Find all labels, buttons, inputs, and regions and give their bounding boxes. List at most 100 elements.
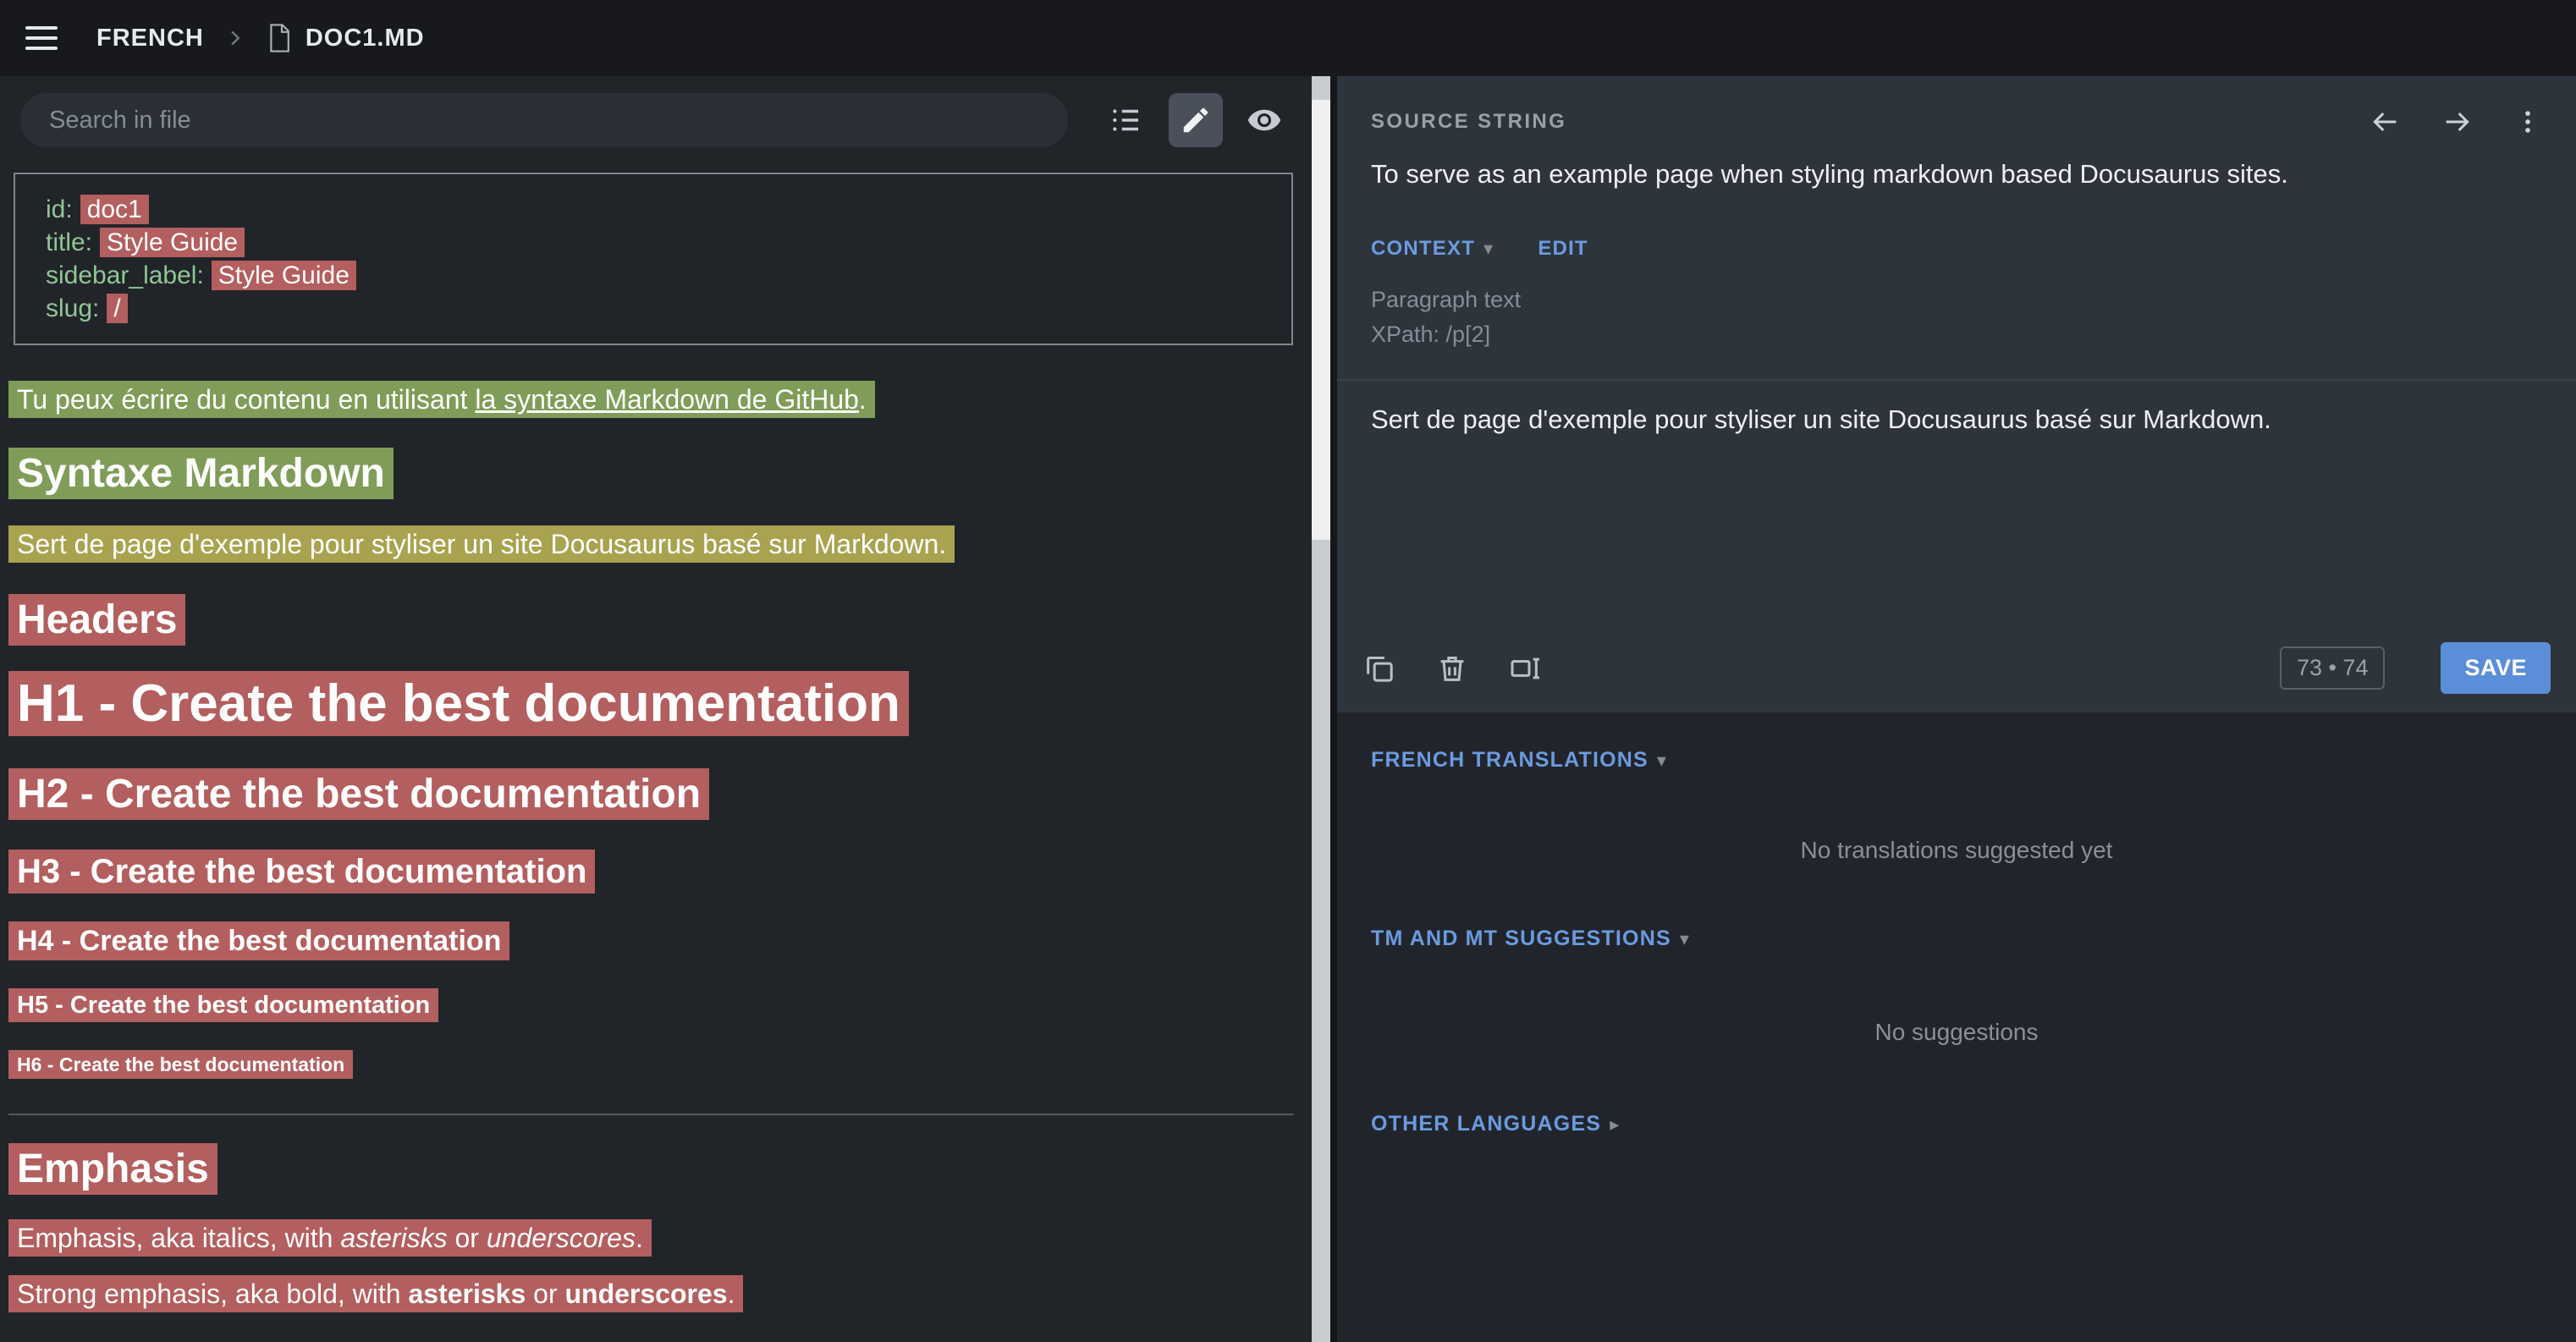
- context-toggle[interactable]: CONTEXT ▾: [1371, 237, 1494, 261]
- copy-icon[interactable]: [1359, 648, 1400, 689]
- text-segment: or: [448, 1223, 487, 1253]
- frontmatter-line: slug: /: [46, 292, 1261, 325]
- text-segment: Emphasis, aka italics, with: [17, 1223, 340, 1253]
- context-type: Paragraph text: [1371, 283, 2542, 317]
- forward-arrow-icon[interactable]: [2441, 105, 2474, 139]
- source-text: To serve as an example page when styling…: [1337, 159, 2576, 190]
- frontmatter-line: id: doc1: [46, 193, 1261, 226]
- frontmatter-key: slug:: [46, 294, 99, 322]
- back-arrow-icon[interactable]: [2368, 105, 2402, 139]
- frontmatter-value-string[interactable]: /: [107, 294, 127, 323]
- vertical-scrollbar[interactable]: [1312, 76, 1330, 1342]
- caret-down-icon: ▾: [1680, 928, 1690, 950]
- tm-mt-header: TM AND MT SUGGESTIONS ▾: [1371, 927, 2542, 951]
- main-layout: id: doc1 title: Style Guide sidebar_label:…: [0, 76, 2576, 1342]
- translated-string[interactable]: Syntaxe Markdown: [8, 448, 394, 499]
- untranslated-string[interactable]: Strong emphasis, aka bold, with asterisk…: [8, 1275, 743, 1312]
- frontmatter-line: sidebar_label: Style Guide: [46, 259, 1261, 292]
- other-languages-header: OTHER LANGUAGES ▸: [1371, 1112, 2542, 1136]
- tm-mt-toggle[interactable]: TM AND MT SUGGESTIONS ▾: [1371, 927, 1690, 951]
- search-input[interactable]: [20, 93, 1068, 147]
- caret-down-icon: ▾: [1657, 750, 1667, 772]
- delete-icon[interactable]: [1432, 648, 1472, 689]
- menu-icon[interactable]: [25, 26, 58, 50]
- context-details: Paragraph text XPath: /p[2]: [1337, 283, 2576, 352]
- frontmatter-value-string[interactable]: doc1: [80, 195, 149, 224]
- french-translations-toggle[interactable]: FRENCH TRANSLATIONS ▾: [1371, 748, 1667, 773]
- other-languages-toggle[interactable]: OTHER LANGUAGES ▸: [1371, 1112, 1620, 1136]
- save-button[interactable]: SAVE: [2441, 642, 2551, 694]
- link-text: la syntaxe Markdown de GitHub: [475, 384, 859, 415]
- topbar: FRENCH DOC1.MD: [0, 0, 2576, 76]
- context-xpath: XPath: /p[2]: [1371, 317, 2542, 352]
- doc-heading-h1: H1 - Create the best documentation: [8, 674, 1293, 734]
- kebab-menu-icon[interactable]: [2513, 105, 2542, 139]
- section-label: TM AND MT SUGGESTIONS: [1371, 927, 1671, 951]
- untranslated-string[interactable]: H4 - Create the best documentation: [8, 921, 509, 960]
- doc-heading-h3: H3 - Create the best documentation: [8, 853, 1293, 891]
- text-selection-icon[interactable]: [1505, 648, 1545, 689]
- doc-heading-h4: H4 - Create the best documentation: [8, 925, 1293, 958]
- edit-button[interactable]: EDIT: [1538, 237, 1588, 261]
- untranslated-string[interactable]: H2 - Create the best documentation: [8, 768, 709, 820]
- translation-panel: SOURCE STRING To serve as an example pag…: [1337, 76, 2576, 1342]
- frontmatter-box: id: doc1 title: Style Guide sidebar_label:…: [14, 173, 1293, 345]
- doc-paragraph: Tu peux écrire du contenu en utilisant l…: [8, 382, 1293, 416]
- frontmatter-key: title:: [46, 228, 92, 256]
- text-segment: Strong emphasis, aka bold, with: [17, 1279, 408, 1309]
- string-navigation: [2368, 105, 2542, 139]
- doc-heading: Headers: [8, 597, 1293, 643]
- text-segment: .: [859, 384, 867, 415]
- text-segment: .: [728, 1279, 735, 1309]
- untranslated-string[interactable]: H5 - Create the best documentation: [8, 988, 438, 1022]
- source-header: SOURCE STRING: [1337, 76, 2576, 139]
- character-counter: 73 • 74: [2280, 646, 2386, 690]
- list-view-icon[interactable]: [1102, 95, 1152, 146]
- no-translations-message: No translations suggested yet: [1371, 837, 2542, 864]
- panel-divider: [1330, 76, 1337, 1342]
- preview-eye-icon[interactable]: [1240, 95, 1290, 146]
- doc-heading-h5: H5 - Create the best documentation: [8, 992, 1293, 1020]
- frontmatter-key: sidebar_label:: [46, 261, 204, 289]
- italic-text: asterisks: [340, 1223, 447, 1253]
- file-preview-panel: id: doc1 title: Style Guide sidebar_label:…: [0, 76, 1312, 1342]
- doc-heading-h6: H6 - Create the best documentation: [8, 1053, 1293, 1076]
- translated-string[interactable]: Tu peux écrire du contenu en utilisant l…: [8, 381, 875, 418]
- text-segment: or: [526, 1279, 564, 1309]
- highlight-pencil-icon[interactable]: [1169, 93, 1222, 147]
- doc-paragraph: Sert de page d'exemple pour styliser un …: [8, 527, 1293, 561]
- context-label: CONTEXT: [1371, 237, 1475, 261]
- frontmatter-line: title: Style Guide: [46, 226, 1261, 259]
- bold-text: asterisks: [408, 1279, 526, 1309]
- untranslated-string[interactable]: H3 - Create the best documentation: [8, 850, 595, 894]
- caret-down-icon: ▾: [1483, 238, 1494, 260]
- section-label: OTHER LANGUAGES: [1371, 1112, 1601, 1136]
- breadcrumb-language[interactable]: FRENCH: [96, 25, 204, 52]
- source-string-label: SOURCE STRING: [1371, 110, 1566, 134]
- untranslated-string[interactable]: H1 - Create the best documentation: [8, 671, 909, 736]
- translation-editor[interactable]: Sert de page d'exemple pour styliser un …: [1337, 381, 2576, 642]
- source-string-section: SOURCE STRING To serve as an example pag…: [1337, 76, 2576, 712]
- french-translations-header: FRENCH TRANSLATIONS ▾: [1371, 748, 2542, 773]
- active-string[interactable]: Sert de page d'exemple pour styliser un …: [8, 525, 955, 563]
- untranslated-string[interactable]: H6 - Create the best documentation: [8, 1050, 353, 1079]
- scrollbar-thumb[interactable]: [1312, 100, 1330, 540]
- doc-heading: Syntaxe Markdown: [8, 450, 1293, 497]
- untranslated-string[interactable]: Emphasis: [8, 1143, 217, 1195]
- file-icon: [267, 23, 292, 53]
- caret-right-icon: ▸: [1610, 1114, 1620, 1136]
- frontmatter-key: id:: [46, 195, 73, 223]
- doc-paragraph: Emphasis, aka italics, with asterisks or…: [8, 1221, 1293, 1255]
- frontmatter-value-string[interactable]: Style Guide: [212, 261, 356, 290]
- untranslated-string[interactable]: Emphasis, aka italics, with asterisks or…: [8, 1219, 652, 1257]
- frontmatter-value-string[interactable]: Style Guide: [100, 228, 245, 257]
- bold-text: underscores: [564, 1279, 727, 1309]
- document-divider: [8, 1114, 1293, 1115]
- search-toolbar: [0, 76, 1312, 161]
- breadcrumb-file[interactable]: DOC1.MD: [305, 25, 425, 52]
- suggestions-section: FRENCH TRANSLATIONS ▾ No translations sug…: [1337, 712, 2576, 1342]
- untranslated-string[interactable]: Headers: [8, 594, 185, 646]
- text-segment: Tu peux écrire du contenu en utilisant: [17, 384, 475, 415]
- section-label: FRENCH TRANSLATIONS: [1371, 748, 1649, 773]
- context-row: CONTEXT ▾ EDIT: [1337, 237, 2576, 261]
